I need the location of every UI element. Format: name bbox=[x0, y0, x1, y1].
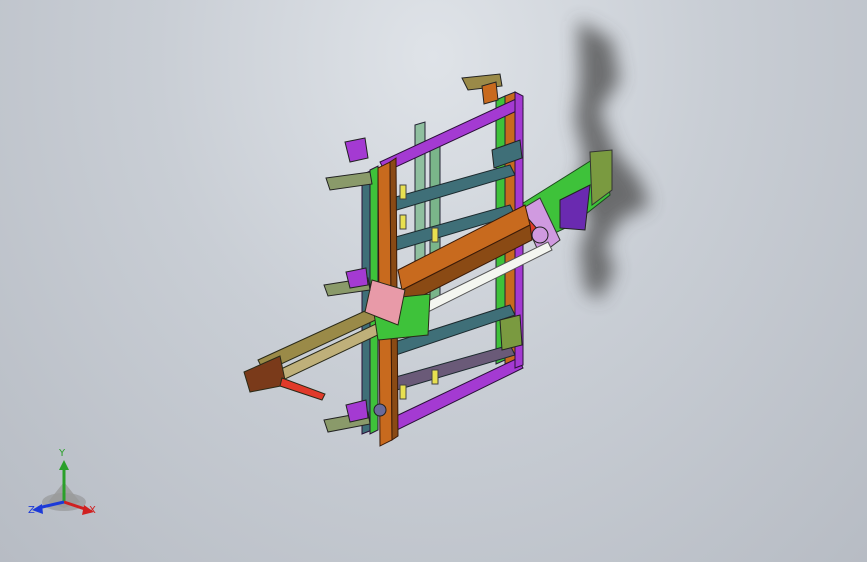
view-orientation-triad: Y X Z bbox=[22, 446, 106, 524]
cad-model-view[interactable] bbox=[0, 0, 867, 562]
y-axis-label: Y bbox=[59, 448, 66, 459]
graphics-viewport[interactable]: Y X Z bbox=[0, 0, 867, 562]
x-axis-label: X bbox=[89, 505, 96, 516]
top-hooks bbox=[461, 73, 503, 105]
z-axis-label: Z bbox=[28, 505, 35, 516]
